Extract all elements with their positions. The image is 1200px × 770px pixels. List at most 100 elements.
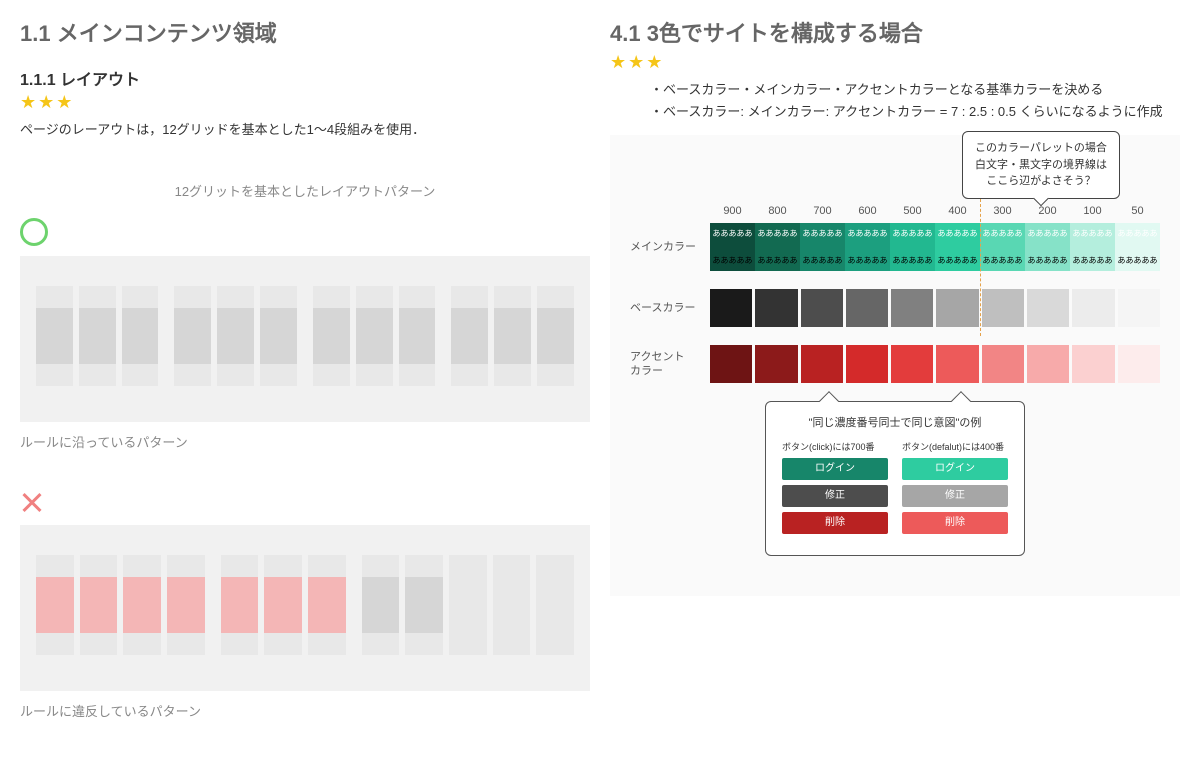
- swatch-text-black: あああああ: [800, 255, 845, 266]
- swatch-text-white: あああああ: [800, 228, 845, 239]
- palette-row-main: メインカラー あああああああああああああああああああああああああああああああああ…: [630, 223, 1160, 271]
- layout-pattern-ng: [20, 525, 590, 691]
- color-swatch: ああああああああああ: [1070, 223, 1115, 271]
- example-button[interactable]: ログイン: [782, 458, 888, 480]
- swatch-text-black: あああああ: [1115, 255, 1160, 266]
- example-col-click: ボタン(click)には700番 ログイン修正削除: [782, 440, 888, 539]
- color-swatch: [710, 345, 752, 383]
- rating-stars-right: ★★★: [610, 52, 1180, 73]
- swatch-text-black: あああああ: [1070, 255, 1115, 266]
- grid-column: [36, 555, 74, 655]
- color-swatch: ああああああああああ: [1025, 223, 1070, 271]
- shade-label: 300: [980, 205, 1025, 217]
- swatch-text-black: あああああ: [890, 255, 935, 266]
- color-swatch: [801, 289, 843, 327]
- color-swatch: [936, 345, 978, 383]
- ng-label: ルールに違反しているパターン: [20, 701, 590, 720]
- swatch-text-black: あああああ: [710, 255, 755, 266]
- color-swatch: [1027, 345, 1069, 383]
- shade-label: 100: [1070, 205, 1115, 217]
- shade-label: 400: [935, 205, 980, 217]
- swatch-text-black: あああああ: [755, 255, 800, 266]
- swatch-text-white: あああああ: [935, 228, 980, 239]
- swatch-text-white: あああああ: [980, 228, 1025, 239]
- color-swatch: ああああああああああ: [845, 223, 890, 271]
- swatch-text-white: あああああ: [845, 228, 890, 239]
- grid-column: [537, 286, 574, 386]
- grid-column: [313, 286, 350, 386]
- grid-column: [217, 286, 254, 386]
- color-swatch: [1072, 345, 1114, 383]
- color-swatch: [1072, 289, 1114, 327]
- shade-label: 600: [845, 205, 890, 217]
- color-swatch: [891, 345, 933, 383]
- color-swatch: [755, 345, 797, 383]
- grid-column: [80, 555, 118, 655]
- grid-column: [174, 286, 211, 386]
- grid-column: [122, 286, 159, 386]
- example-cap-click: ボタン(click)には700番: [782, 440, 888, 453]
- color-swatch: [982, 345, 1024, 383]
- color-swatch: ああああああああああ: [935, 223, 980, 271]
- grid-column: [36, 286, 73, 386]
- callout-arrow-icon: [951, 391, 971, 411]
- palette-row-base: ベースカラー: [630, 289, 1160, 327]
- color-swatch: [891, 289, 933, 327]
- color-swatch: ああああああああああ: [755, 223, 800, 271]
- grid-column: [221, 555, 259, 655]
- ok-icon: [20, 218, 48, 246]
- color-swatch: [755, 289, 797, 327]
- shade-label: 900: [710, 205, 755, 217]
- grid-column: [449, 555, 487, 655]
- shade-label: 500: [890, 205, 935, 217]
- bullets: ・ベースカラー・メインカラー・アクセントカラーとなる基準カラーを決める・ベースカ…: [650, 79, 1180, 123]
- grid-column: [399, 286, 436, 386]
- color-swatch: [982, 289, 1024, 327]
- color-swatch: ああああああああああ: [1115, 223, 1160, 271]
- swatch-text-white: あああああ: [710, 228, 755, 239]
- ng-icon: [20, 491, 44, 515]
- color-swatch: [801, 345, 843, 383]
- color-swatch: ああああああああああ: [890, 223, 935, 271]
- subsection-title: 1.1.1 レイアウト: [20, 66, 590, 90]
- color-swatch: [846, 345, 888, 383]
- swatch-text-white: あああああ: [1115, 228, 1160, 239]
- shades-header: 90080070060050040030020010050: [710, 205, 1160, 217]
- example-col-default: ボタン(defalut)には400番 ログイン修正削除: [902, 440, 1008, 539]
- grid-column: [362, 555, 400, 655]
- bullet-item: ・ベースカラー: メインカラー: アクセントカラー = 7 : 2.5 : 0.…: [650, 101, 1180, 123]
- grid-column: [494, 286, 531, 386]
- example-button[interactable]: 修正: [902, 485, 1008, 507]
- example-button[interactable]: 削除: [902, 512, 1008, 534]
- row-label-base: ベースカラー: [630, 301, 710, 315]
- row-label-accent: アクセントカラー: [630, 350, 710, 379]
- shade-label: 800: [755, 205, 800, 217]
- layout-pattern-ok: [20, 256, 590, 422]
- grid-column: [79, 286, 116, 386]
- section-title-right: 4.1 3色でサイトを構成する場合: [610, 16, 1180, 48]
- grid-column: [536, 555, 574, 655]
- color-swatch: ああああああああああ: [710, 223, 755, 271]
- swatch-text-black: あああああ: [935, 255, 980, 266]
- grid-column: [123, 555, 161, 655]
- palette-area: このカラーパレットの場合白文字・黒文字の境界線はここら辺がよさそう？ 90080…: [610, 135, 1180, 596]
- color-swatch: [846, 289, 888, 327]
- shade-label: 700: [800, 205, 845, 217]
- example-button[interactable]: ログイン: [902, 458, 1008, 480]
- color-swatch: [1118, 289, 1160, 327]
- swatch-text-white: あああああ: [755, 228, 800, 239]
- swatch-text-white: あああああ: [890, 228, 935, 239]
- grid-column: [260, 286, 297, 386]
- example-title: "同じ濃度番号同士で同じ意図"の例: [782, 414, 1008, 430]
- example-button[interactable]: 削除: [782, 512, 888, 534]
- color-swatch: ああああああああああ: [800, 223, 845, 271]
- section-title-left: 1.1 メインコンテンツ領域: [20, 16, 590, 48]
- swatch-text-white: あああああ: [1070, 228, 1115, 239]
- grid-column: [167, 555, 205, 655]
- swatch-text-black: あああああ: [980, 255, 1025, 266]
- example-button[interactable]: 修正: [782, 485, 888, 507]
- row-label-main: メインカラー: [630, 240, 710, 254]
- grid-column: [356, 286, 393, 386]
- bullet-item: ・ベースカラー・メインカラー・アクセントカラーとなる基準カラーを決める: [650, 79, 1180, 101]
- layout-caption: 12グリットを基本としたレイアウトパターン: [20, 181, 590, 200]
